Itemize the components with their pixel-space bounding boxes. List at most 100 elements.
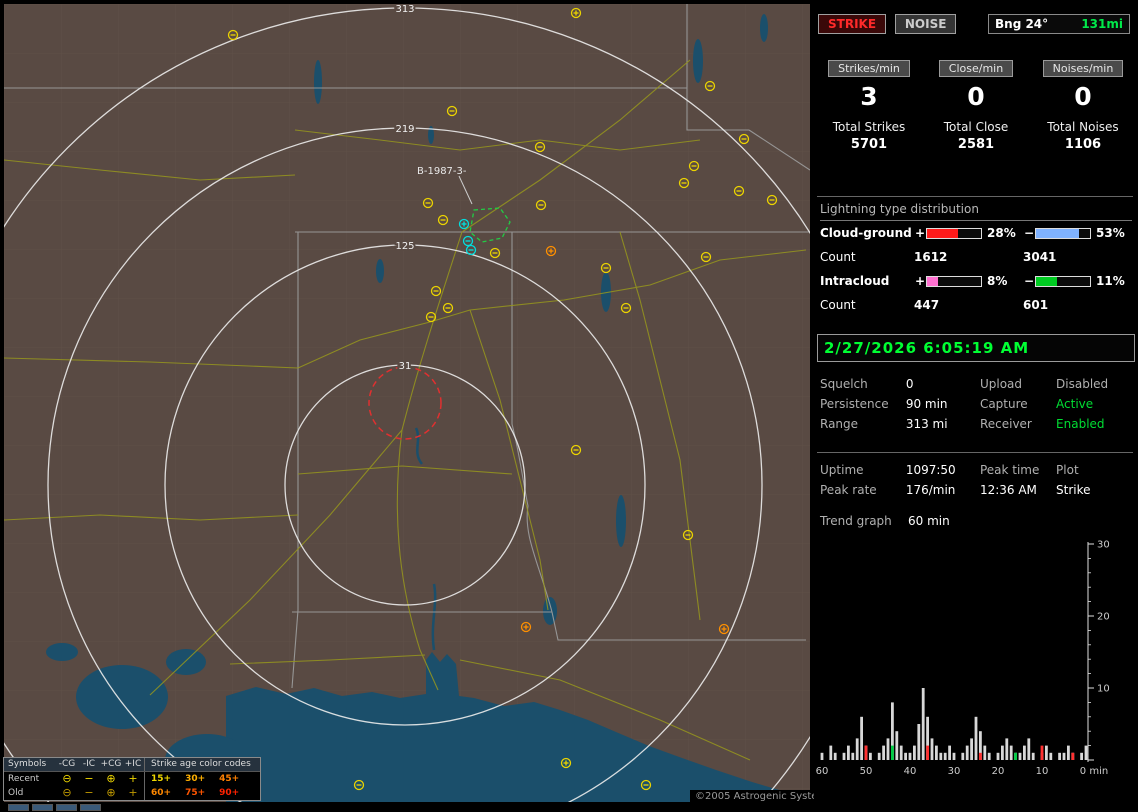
range-ring-label: 31 [399,361,412,372]
info-label: Peak rate [820,483,877,497]
distance-value: 131mi [1081,17,1123,31]
trend-bar-strikes [882,745,885,760]
trend-bar-strikes [939,752,943,760]
trend-bar-strikes [895,731,899,760]
info-value: 1097:50 [905,463,956,477]
trend-bar-strikes [1084,745,1088,760]
ic-positive-icon: + [128,786,138,799]
info-label: Uptime [820,463,864,477]
trend-bar-strikes [1009,745,1013,760]
trend-bar-strikes [974,716,978,760]
cg-positive-icon: ⊕ [106,786,116,799]
stat-column: Strikes/min 3 Total Strikes 5701 [816,60,922,152]
distribution-rows: Cloud-ground +28% −53% Count 1612 3041 Intracl… [820,222,1136,318]
trend-bar-strikes [961,752,965,760]
trend-x-label: 0 min [1080,766,1108,777]
trend-bar-strikes [1031,752,1035,760]
plus-bar [926,227,982,239]
trend-graph-row: Trend graph 60 min [820,514,1136,528]
info-label: Upload [979,377,1022,391]
info-value: Active [1056,397,1094,411]
storm-cell-label: B-1987-3- [417,166,467,177]
trend-bar-strikes [899,745,903,760]
info-label: Peak time [979,463,1040,477]
legend-symbols-title: Symbols [8,759,47,769]
stat-label-button[interactable]: Close/min [938,60,1014,77]
trend-bar-strikes [1049,752,1053,760]
count-label: Count [820,298,856,312]
legend-header: Symbols -CG -IC +CG +IC Strike age color… [4,758,260,772]
trend-bar-strikes [877,752,881,760]
age-code: 75+ [185,788,206,798]
noise-button[interactable]: NOISE [894,14,957,34]
trend-bar-strikes [1058,752,1061,760]
segment [8,804,29,811]
trend-bar-strikes [996,752,1000,760]
plus-percent: 8% [987,274,1008,288]
strike-button[interactable]: STRIKE [818,14,887,34]
trend-bar-strikes [833,752,837,760]
trend-y-label: 30 [1097,540,1110,551]
stat-total-label: Total Strikes [832,119,906,134]
age-code: 60+ [151,788,172,798]
trend-bar-strikes [869,752,872,760]
stat-total-value: 1106 [1064,136,1102,152]
stat-total-label: Total Noises [1047,119,1119,134]
cg-negative-icon: ⊖ [62,772,72,785]
trend-bar-strikes [917,724,921,760]
trend-bar-strikes [983,745,987,760]
distribution-name: Cloud-ground [820,226,912,240]
trend-x-label: 50 [860,766,873,777]
info-label: Squelch [820,377,868,391]
trend-bar-strikes [952,752,956,760]
settings-rows: Squelch 0 Upload Disabled Persistence 90 min C… [820,374,1136,434]
age-codes: 15+ 30+ 45+ [144,772,260,786]
trend-bar-strikes [855,738,859,760]
settings-row: Persistence 90 min Capture Active [820,394,1136,414]
trend-graph-label: Trend graph [820,514,892,528]
info-value: 0 [905,377,914,391]
info-label: Receiver [979,417,1032,431]
legend-col-cg-neg: -CG [58,759,76,769]
range-ring-label: 219 [395,124,414,135]
age-code: 30+ [185,774,206,784]
trend-bar-strikes [860,716,863,760]
info-rows: Uptime 1097:50 Peak time Plot Peak rate 176/m… [820,460,1136,500]
trend-bar-cloud-ground [926,745,929,760]
legend-col-ic-neg: -IC [82,759,96,769]
minus-sign: − [1023,226,1035,240]
stat-label-button[interactable]: Strikes/min [828,60,910,77]
trend-bar-strikes [1001,745,1004,760]
trend-x-label: 20 [992,766,1005,777]
legend-ages-title: Strike age color codes [144,758,260,771]
stat-rate-value: 0 [967,82,985,111]
distribution-count-row: Count 1612 3041 [820,244,1136,270]
stat-label-button[interactable]: Noises/min [1042,60,1124,77]
ic-positive-icon: + [128,772,138,785]
trend-x-label: 10 [1036,766,1049,777]
trend-bar-intracloud [891,745,894,760]
ic-negative-icon: − [84,786,94,799]
info-value: 12:36 AM [979,483,1037,497]
ic-negative-icon: − [84,772,94,785]
lightning-map[interactable]: B-1987-3- 31 125 219 313 [4,4,810,802]
trend-bar-strikes [904,752,907,760]
trend-bar-strikes [913,745,916,760]
trend-y-label: 20 [1097,612,1110,623]
trend-bar-strikes [1067,745,1070,760]
stats-row: Strikes/min 3 Total Strikes 5701 Close/min 0 T… [816,60,1136,152]
trend-bar-strikes [930,738,934,760]
trend-bar-strikes [935,745,938,760]
trend-bar-strikes [1018,752,1022,760]
stat-total-value: 5701 [850,136,888,152]
plus-bar-fill [927,228,959,238]
minus-percent: 53% [1096,226,1125,240]
trend-bar-strikes [1062,752,1066,760]
trend-bar-cloud-ground [1071,752,1075,760]
plus-count: 1612 [914,250,948,264]
settings-row: Squelch 0 Upload Disabled [820,374,1136,394]
range-ring-label: 313 [395,4,414,15]
info-row: Uptime 1097:50 Peak time Plot [820,460,1136,480]
minus-bar-fill [1036,276,1057,286]
info-value: 313 mi [905,417,948,431]
